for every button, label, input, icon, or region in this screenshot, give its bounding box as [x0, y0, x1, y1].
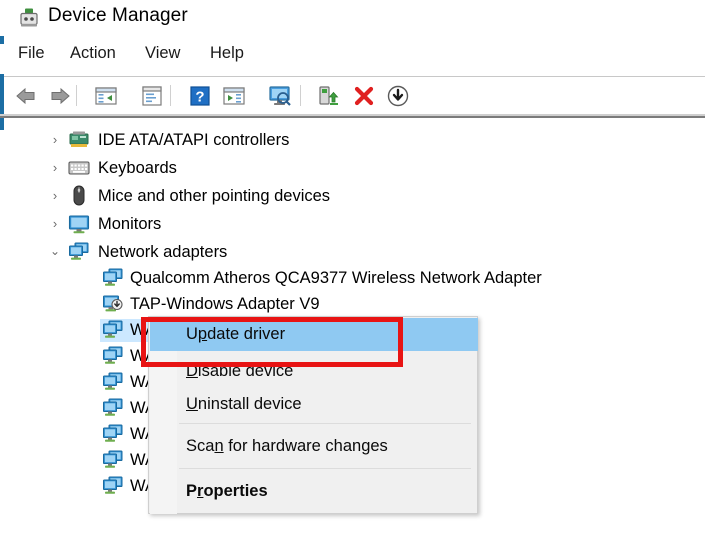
tree-item-qualcomm-adapter[interactable]: Qualcomm Atheros QCA9377 Wireless Networ… — [4, 266, 705, 291]
network-adapter-icon — [102, 346, 124, 366]
window-title: Device Manager — [48, 5, 188, 26]
context-menu-item-scan-for-hardware-changes[interactable]: Scan for hardware changes — [150, 430, 478, 463]
network-adapter-icon — [102, 450, 124, 470]
tree-category-mice[interactable]: › Mice and other pointing devices — [4, 184, 705, 209]
device-manager-icon — [18, 7, 40, 29]
chevron-down-icon[interactable]: ⌄ — [48, 244, 62, 258]
tree-item-label: Qualcomm Atheros QCA9377 Wireless Networ… — [130, 269, 542, 287]
network-adapter-icon — [102, 268, 124, 288]
context-menu-item-label: Properties — [186, 482, 268, 500]
context-menu-item-label: Uninstall device — [186, 395, 302, 413]
help-icon[interactable]: ? — [186, 82, 214, 110]
network-adapter-icon — [102, 398, 124, 418]
context-menu[interactable]: Update driver Disable device Uninstall d… — [148, 316, 478, 514]
update-driver-icon[interactable] — [314, 82, 342, 110]
tree-category-label: Keyboards — [98, 159, 177, 177]
show-hide-action-pane-icon[interactable] — [220, 82, 248, 110]
scan-for-hardware-changes-icon[interactable] — [266, 82, 294, 110]
tree-category-label: Monitors — [98, 215, 162, 233]
tree-category-keyboards[interactable]: › Keyboards — [4, 156, 705, 181]
show-hide-console-tree-icon[interactable] — [92, 82, 120, 110]
title-bar: Device Manager — [0, 0, 705, 36]
toolbar-separator — [170, 85, 171, 106]
context-menu-item-label: Update driver — [186, 325, 286, 343]
tree-category-monitors[interactable]: › Monitors — [4, 212, 705, 237]
context-menu-item-update-driver[interactable]: Update driver — [150, 318, 478, 351]
tree-category-label: Network adapters — [98, 243, 228, 261]
ide-controller-icon — [68, 130, 90, 150]
context-menu-separator — [179, 423, 471, 424]
network-adapter-icon — [102, 320, 124, 340]
network-adapter-icon — [102, 372, 124, 392]
menu-view[interactable]: View — [145, 44, 180, 63]
chevron-right-icon[interactable]: › — [48, 189, 62, 203]
chevron-right-icon[interactable]: › — [48, 161, 62, 175]
forward-arrow-icon[interactable] — [46, 82, 74, 110]
context-menu-item-label: Disable device — [186, 362, 294, 380]
uninstall-device-icon[interactable] — [350, 82, 378, 110]
tree-category-label: IDE ATA/ATAPI controllers — [98, 131, 290, 149]
context-menu-item-label: Scan for hardware changes — [186, 437, 388, 455]
chevron-right-icon[interactable]: › — [48, 217, 62, 231]
disable-device-icon[interactable] — [384, 82, 412, 110]
toolbar-separator — [76, 85, 77, 106]
network-adapter-icon — [68, 242, 90, 262]
menu-action[interactable]: Action — [70, 44, 116, 63]
network-adapter-icon — [102, 476, 124, 496]
back-arrow-icon[interactable] — [12, 82, 40, 110]
menu-bar: File Action View Help — [0, 44, 705, 74]
context-menu-item-disable-device[interactable]: Disable device — [150, 355, 478, 388]
menu-file[interactable]: File — [18, 44, 45, 63]
tap-adapter-icon — [102, 294, 124, 314]
toolbar-separator — [300, 85, 301, 106]
context-menu-separator — [179, 468, 471, 469]
menu-help[interactable]: Help — [210, 44, 244, 63]
mouse-icon — [70, 185, 92, 206]
tree-category-ide[interactable]: › IDE ATA/ATAPI controllers — [4, 128, 705, 153]
network-adapter-icon — [102, 424, 124, 444]
tree-category-network-adapters[interactable]: ⌄ Network adapters — [4, 240, 705, 265]
properties-window-icon[interactable] — [138, 82, 166, 110]
context-menu-item-uninstall-device[interactable]: Uninstall device — [150, 388, 478, 421]
tree-category-label: Mice and other pointing devices — [98, 187, 331, 205]
tree-item-label: TAP-Windows Adapter V9 — [130, 295, 320, 313]
chevron-right-icon[interactable]: › — [48, 133, 62, 147]
keyboard-icon — [68, 159, 90, 179]
tree-item-tap-adapter[interactable]: TAP-Windows Adapter V9 — [4, 292, 705, 317]
svg-text:?: ? — [195, 89, 204, 106]
monitor-icon — [68, 214, 90, 234]
toolbar: ? — [4, 77, 705, 114]
context-menu-item-properties[interactable]: Properties — [150, 475, 478, 508]
device-manager-window: Device Manager File Action View Help ? ›… — [0, 0, 705, 533]
